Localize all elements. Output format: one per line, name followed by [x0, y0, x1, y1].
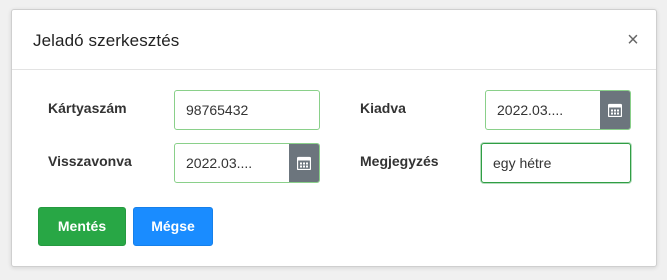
issued-date-input[interactable] [486, 91, 600, 129]
dialog-title: Jeladó szerkesztés [33, 31, 180, 50]
calendar-icon [297, 156, 311, 170]
cancel-button[interactable]: Mégse [133, 207, 213, 246]
note-label: Megjegyzés [360, 153, 439, 169]
save-button[interactable]: Mentés [38, 207, 126, 246]
card-number-label: Kártyaszám [48, 100, 127, 116]
issued-label: Kiadva [360, 100, 406, 116]
calendar-icon [608, 103, 622, 117]
note-input[interactable] [482, 144, 630, 182]
card-number-input[interactable] [175, 91, 319, 129]
revoked-date-field[interactable] [174, 143, 320, 183]
card-number-field[interactable] [174, 90, 320, 130]
edit-dialog: Jeladó szerkesztés × Kártyaszám Kiadva V… [11, 9, 657, 267]
note-field[interactable] [481, 143, 631, 183]
dialog-header: Jeladó szerkesztés × [12, 10, 656, 70]
revoked-label: Visszavonva [48, 153, 132, 169]
close-icon[interactable]: × [619, 26, 647, 54]
revoked-date-input[interactable] [175, 144, 289, 182]
revoked-calendar-button[interactable] [289, 144, 319, 182]
issued-calendar-button[interactable] [600, 91, 630, 129]
issued-date-field[interactable] [485, 90, 631, 130]
